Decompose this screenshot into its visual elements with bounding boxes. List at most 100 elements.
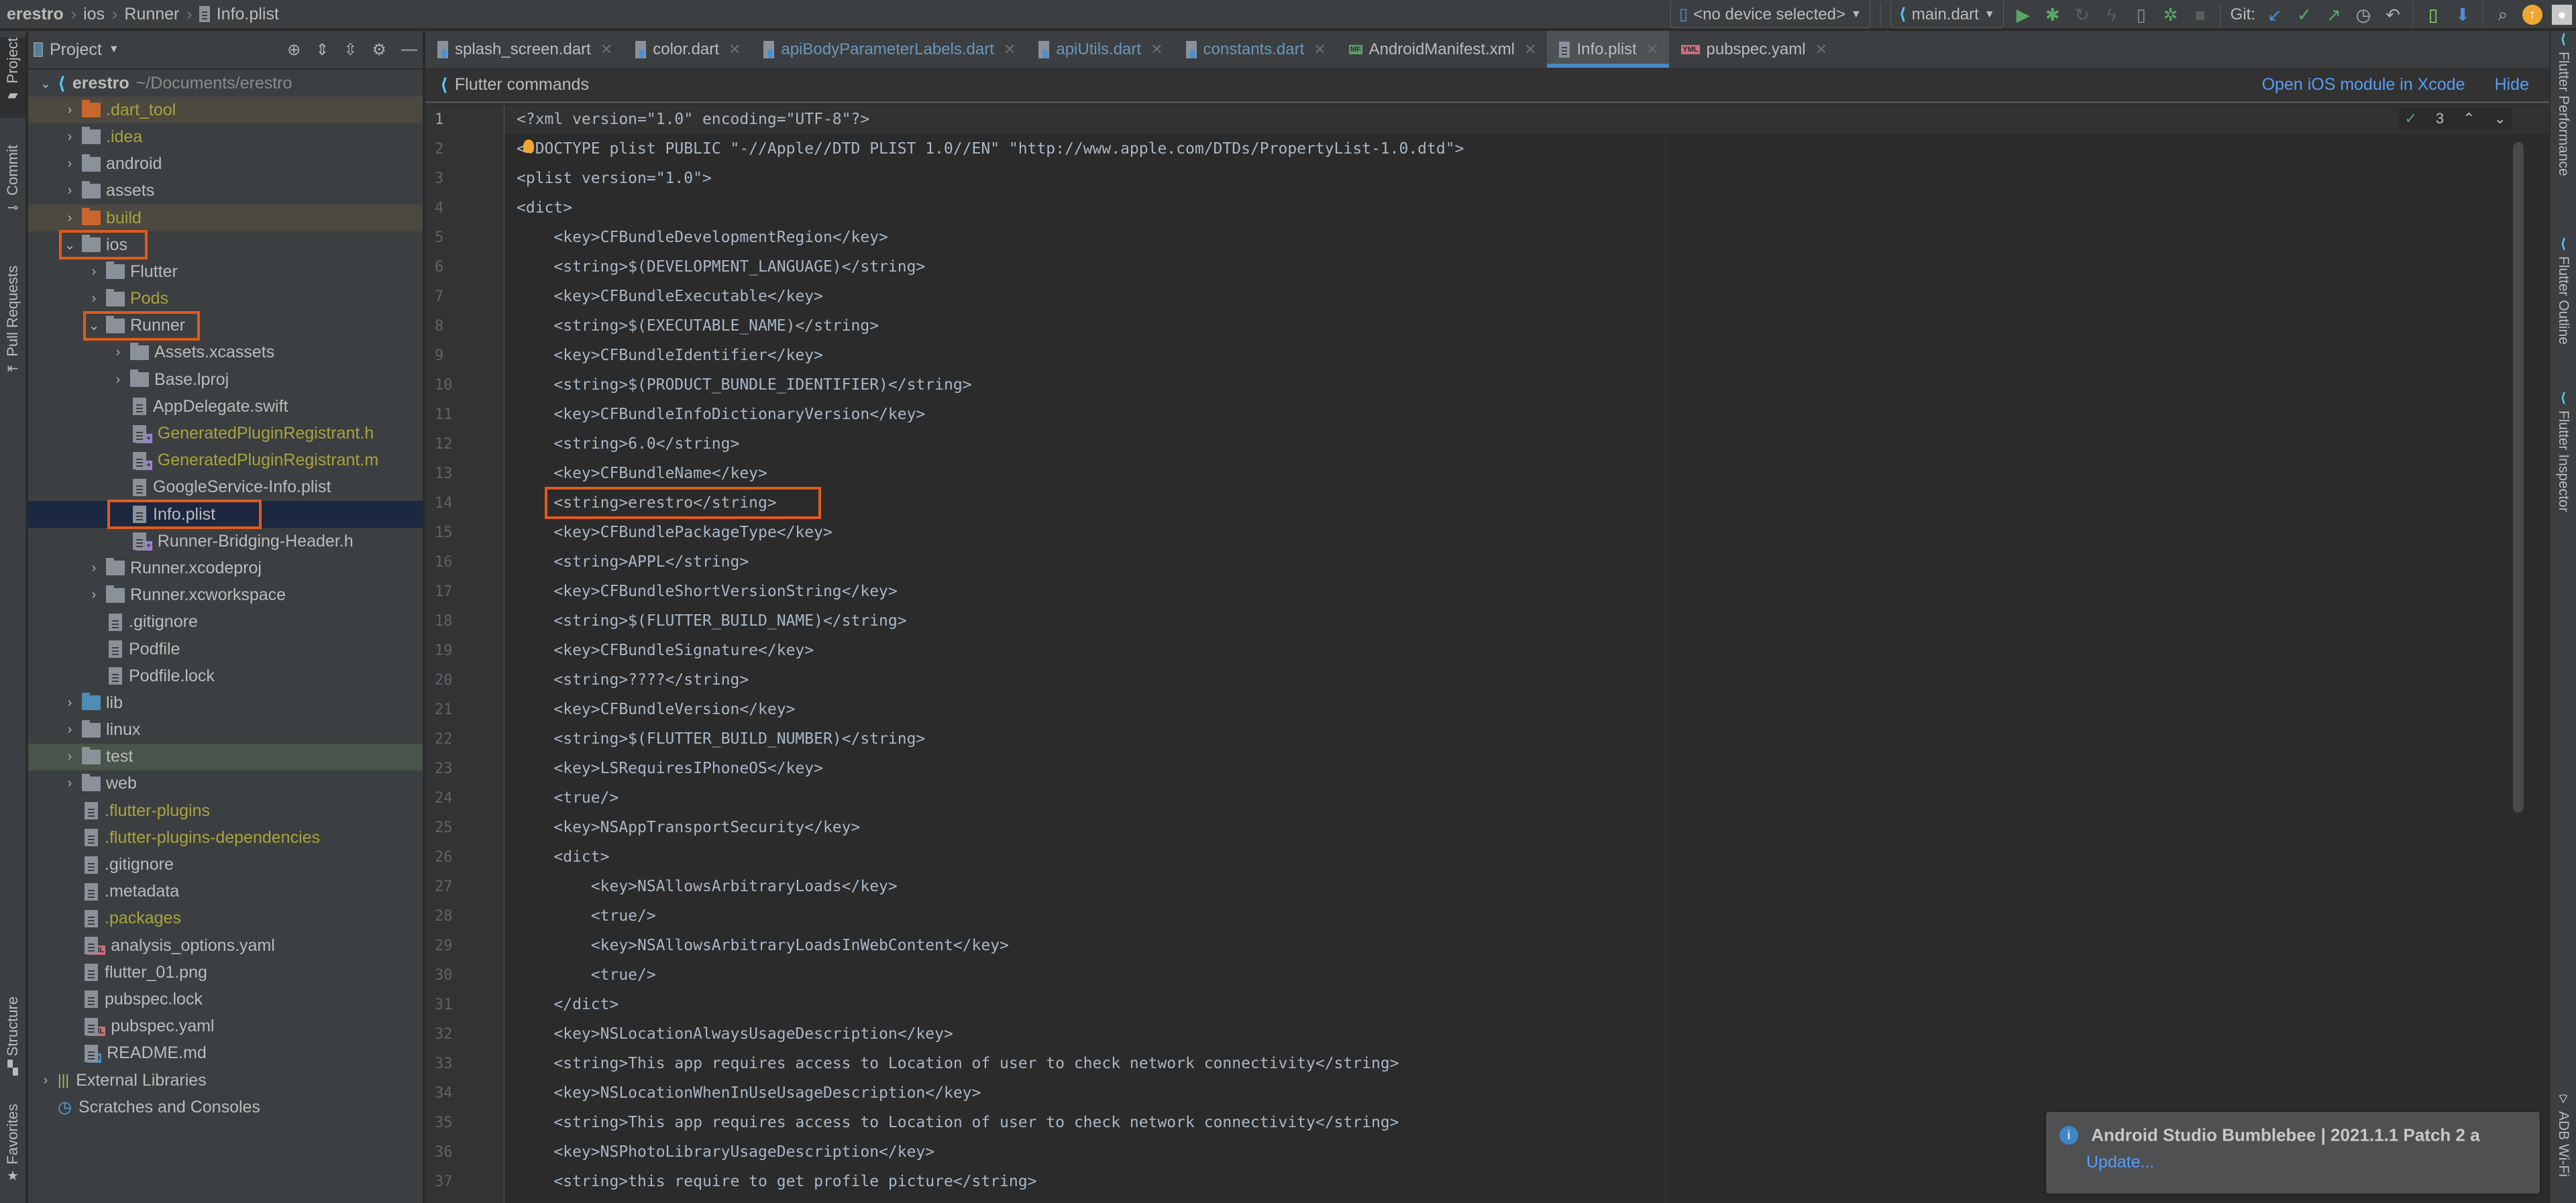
tree-item[interactable]: › build: [28, 204, 423, 232]
debug-icon[interactable]: ✱: [2043, 5, 2063, 25]
tree-item[interactable]: .metadata: [28, 878, 423, 905]
tree-item[interactable]: .gitignore: [28, 609, 423, 636]
chevron-right-icon[interactable]: ›: [62, 211, 78, 226]
tree-item[interactable]: › test: [28, 743, 423, 770]
tree-item[interactable]: YMLpubspec.yaml: [28, 1013, 423, 1040]
collapse-all-icon[interactable]: ⇳: [343, 40, 357, 60]
close-icon[interactable]: ✕: [1313, 41, 1326, 58]
expand-all-icon[interactable]: ⇕: [315, 40, 329, 60]
breadcrumb-item-ios[interactable]: ios: [83, 5, 105, 24]
code-line[interactable]: 16 <string>APPL</string>: [435, 547, 2549, 577]
git-history-icon[interactable]: ◷: [2353, 5, 2373, 25]
code-line[interactable]: 22 <string>$(FLUTTER_BUILD_NUMBER)</stri…: [435, 724, 2549, 754]
next-highlight-icon[interactable]: ⌄: [2494, 110, 2506, 127]
chevron-right-icon[interactable]: ›: [62, 103, 78, 118]
open-ios-module-link[interactable]: Open iOS module in Xcode: [2262, 75, 2465, 95]
code-line[interactable]: 20 <string>????</string>: [435, 665, 2549, 695]
chevron-right-icon[interactable]: ›: [62, 695, 78, 711]
code-line[interactable]: 32 <key>NSLocationAlwaysUsageDescription…: [435, 1019, 2549, 1049]
code-line[interactable]: 13 <key>CFBundleName</key>: [435, 459, 2549, 488]
chevron-right-icon[interactable]: ›: [62, 749, 78, 764]
git-commit-icon[interactable]: ✓: [2294, 5, 2314, 25]
tree-item[interactable]: C++GeneratedPluginRegistrant.h: [28, 420, 423, 447]
code-line[interactable]: 12 <string>6.0</string>: [435, 429, 2549, 459]
tree-item[interactable]: › linux: [28, 717, 423, 744]
vertical-scrollbar[interactable]: [2513, 142, 2524, 813]
update-icon[interactable]: ↑: [2522, 5, 2542, 25]
code-line[interactable]: 31 </dict>: [435, 990, 2549, 1019]
tree-item[interactable]: Info.plist: [28, 500, 423, 529]
inspection-widget[interactable]: ✓ 3 ⌃ ⌄: [2399, 107, 2512, 130]
avatar[interactable]: ●: [2552, 5, 2572, 25]
stop-icon[interactable]: ■: [2190, 5, 2210, 25]
tree-item[interactable]: › Assets.xcassets: [28, 339, 423, 366]
code-line[interactable]: 21 <key>CFBundleVersion</key>: [435, 695, 2549, 724]
editor-tab[interactable]: color.dart ✕: [623, 31, 751, 68]
close-icon[interactable]: ✕: [1150, 41, 1163, 58]
hide-link[interactable]: Hide: [2495, 75, 2529, 95]
breadcrumb-item-file[interactable]: Info.plist: [217, 5, 279, 24]
code-line[interactable]: 28 <true/>: [435, 901, 2549, 931]
close-icon[interactable]: ✕: [1004, 41, 1016, 58]
code-line[interactable]: 14 <string>erestro</string>: [435, 487, 2549, 519]
tree-item[interactable]: .gitignore: [28, 851, 423, 878]
intention-bulb-icon[interactable]: [523, 139, 534, 153]
code-line[interactable]: 1 <?xml version="1.0" encoding="UTF-8"?>: [435, 105, 2549, 134]
breadcrumb-item-runner[interactable]: Runner: [124, 5, 179, 24]
profile-icon[interactable]: ✲: [2161, 5, 2181, 25]
chevron-right-icon[interactable]: ›: [62, 129, 78, 145]
device-manager-icon[interactable]: ▯: [2131, 5, 2151, 25]
chevron-down-icon[interactable]: ⌄: [38, 75, 54, 92]
code-line[interactable]: 25 <key>NSAppTransportSecurity</key>: [435, 813, 2549, 842]
code-line[interactable]: 10 <string>$(PRODUCT_BUNDLE_IDENTIFIER)<…: [435, 370, 2549, 400]
code-line[interactable]: 2 <!DOCTYPE plist PUBLIC "-//Apple//DTD P…: [435, 134, 2549, 164]
close-icon[interactable]: ✕: [1815, 41, 1827, 58]
editor-tab[interactable]: MF AndroidManifest.xml ✕: [1337, 31, 1548, 68]
tree-item[interactable]: › lib: [28, 689, 423, 716]
code-line[interactable]: 27 <key>NSAllowsArbitraryLoads</key>: [435, 872, 2549, 901]
chevron-right-icon[interactable]: ›: [86, 291, 102, 306]
code-line[interactable]: 8 <string>$(EXECUTABLE_NAME)</string>: [435, 311, 2549, 341]
editor-tab[interactable]: apiUtils.dart ✕: [1026, 31, 1173, 68]
search-icon[interactable]: ⌕: [2493, 4, 2513, 25]
code-line[interactable]: 30 <true/>: [435, 960, 2549, 990]
gear-icon[interactable]: ⚙: [372, 40, 386, 60]
code-line[interactable]: 17 <key>CFBundleShortVersionString</key>: [435, 577, 2549, 606]
tool-tab-favorites[interactable]: Favorites ★: [0, 1104, 25, 1198]
tree-item[interactable]: › web: [28, 770, 423, 797]
attach-debugger-icon[interactable]: ↻: [2072, 5, 2092, 25]
tree-item[interactable]: Podfile.lock: [28, 663, 423, 689]
code-line[interactable]: 26 <dict>: [435, 842, 2549, 872]
chevron-right-icon[interactable]: ›: [62, 183, 78, 198]
editor-tab[interactable]: apiBodyParameterLabels.dart ✕: [751, 31, 1026, 68]
tool-tab-adb-wifi[interactable]: ⌔ ADB Wi-Fi: [2551, 1090, 2576, 1198]
chevron-right-icon[interactable]: ›: [110, 372, 126, 388]
chevron-right-icon[interactable]: ›: [62, 722, 78, 738]
close-icon[interactable]: ✕: [1524, 41, 1536, 58]
code-line[interactable]: 24 <true/>: [435, 783, 2549, 813]
tree-item[interactable]: › android: [28, 151, 423, 178]
tree-item[interactable]: flutter_01.png: [28, 959, 423, 986]
git-update-icon[interactable]: ↙: [2265, 5, 2285, 25]
chevron-right-icon[interactable]: ›: [110, 345, 126, 360]
editor-tab[interactable]: YML pubspec.yaml ✕: [1669, 31, 1838, 68]
tree-item[interactable]: .packages: [28, 905, 423, 932]
tree-item[interactable]: GoogleService-Info.plist: [28, 474, 423, 501]
editor-tab[interactable]: splash_screen.dart ✕: [425, 31, 623, 68]
code-line[interactable]: 11 <key>CFBundleInfoDictionaryVersion</k…: [435, 400, 2549, 429]
tree-item[interactable]: C++GeneratedPluginRegistrant.m: [28, 447, 423, 474]
code-line[interactable]: 34 <key>NSLocationWhenInUseUsageDescript…: [435, 1078, 2549, 1108]
tree-item[interactable]: ⌄ ios: [28, 230, 423, 260]
chevron-down-icon[interactable]: ⌄: [86, 317, 102, 334]
chevron-right-icon[interactable]: ›: [62, 776, 78, 791]
tree-item[interactable]: › .idea: [28, 123, 423, 150]
avd-manager-icon[interactable]: ▯: [2423, 5, 2443, 25]
project-view-selector[interactable]: Project ▼: [34, 40, 119, 60]
tree-item[interactable]: › ||| External Libraries: [28, 1067, 423, 1094]
hide-panel-icon[interactable]: —: [401, 40, 417, 59]
code-area[interactable]: 1 <?xml version="1.0" encoding="UTF-8"?> 2…: [435, 105, 2549, 1203]
code-line[interactable]: 5 <key>CFBundleDevelopmentRegion</key>: [435, 223, 2549, 252]
tree-item[interactable]: › .dart_tool: [28, 97, 423, 124]
run-icon[interactable]: ▶: [2013, 5, 2033, 25]
editor-tab[interactable]: constants.dart ✕: [1174, 31, 1337, 68]
